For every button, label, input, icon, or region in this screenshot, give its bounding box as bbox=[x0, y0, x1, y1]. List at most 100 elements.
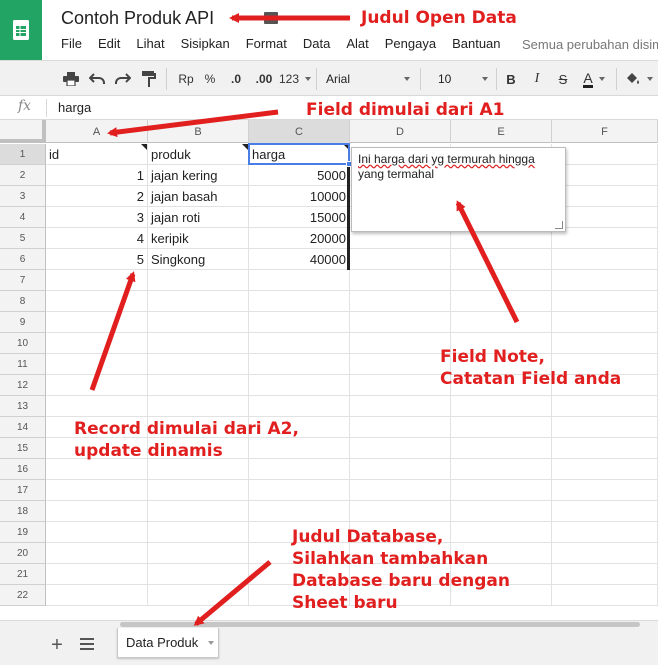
row-header[interactable]: 8 bbox=[0, 291, 46, 312]
empty-cell[interactable] bbox=[552, 438, 658, 459]
select-all-corner[interactable] bbox=[0, 120, 46, 143]
text-color-button[interactable]: A bbox=[577, 69, 611, 89]
empty-cell[interactable] bbox=[148, 543, 249, 564]
column-header-c[interactable]: C bbox=[249, 120, 350, 143]
currency-format-button[interactable]: Rp bbox=[176, 69, 196, 89]
empty-cell[interactable] bbox=[249, 438, 350, 459]
menu-view[interactable]: Lihat bbox=[136, 36, 164, 51]
column-header-b[interactable]: B bbox=[148, 120, 249, 143]
document-title[interactable]: Contoh Produk API bbox=[61, 8, 214, 29]
row-header[interactable]: 19 bbox=[0, 522, 46, 543]
empty-cell[interactable] bbox=[249, 333, 350, 354]
empty-cell[interactable] bbox=[451, 501, 552, 522]
header-cell[interactable]: harga bbox=[249, 144, 350, 165]
empty-cell[interactable] bbox=[451, 459, 552, 480]
empty-cell[interactable] bbox=[46, 480, 148, 501]
row-header[interactable]: 16 bbox=[0, 459, 46, 480]
record-cell[interactable]: 4 bbox=[46, 228, 148, 249]
empty-cell[interactable] bbox=[552, 333, 658, 354]
number-format-dropdown[interactable]: 123 bbox=[278, 69, 312, 89]
row-header[interactable]: 13 bbox=[0, 396, 46, 417]
empty-cell[interactable] bbox=[46, 312, 148, 333]
record-cell[interactable]: 2 bbox=[46, 186, 148, 207]
increase-decimal-button[interactable]: .00 bbox=[252, 69, 276, 89]
record-cell[interactable]: 40000 bbox=[249, 249, 350, 270]
record-cell[interactable]: jajan basah bbox=[148, 186, 249, 207]
empty-cell[interactable] bbox=[552, 480, 658, 501]
record-cell[interactable]: 3 bbox=[46, 207, 148, 228]
empty-cell[interactable] bbox=[46, 333, 148, 354]
column-header-f[interactable]: F bbox=[552, 120, 658, 143]
row-header[interactable]: 7 bbox=[0, 270, 46, 291]
folder-icon[interactable] bbox=[264, 12, 278, 24]
row-header[interactable]: 12 bbox=[0, 375, 46, 396]
empty-cell[interactable] bbox=[451, 438, 552, 459]
decrease-decimal-button[interactable]: .0 bbox=[226, 69, 246, 89]
save-status[interactable]: Semua perubahan disim bbox=[522, 37, 658, 52]
empty-cell[interactable] bbox=[552, 207, 658, 228]
empty-cell[interactable] bbox=[46, 564, 148, 585]
empty-cell[interactable] bbox=[249, 270, 350, 291]
empty-cell[interactable] bbox=[451, 270, 552, 291]
empty-cell[interactable] bbox=[46, 270, 148, 291]
empty-cell[interactable] bbox=[552, 228, 658, 249]
fill-color-icon[interactable] bbox=[624, 69, 654, 89]
row-header[interactable]: 5 bbox=[0, 228, 46, 249]
empty-cell[interactable] bbox=[350, 417, 451, 438]
empty-cell[interactable] bbox=[451, 291, 552, 312]
header-cell[interactable]: produk bbox=[148, 144, 249, 165]
row-header[interactable]: 10 bbox=[0, 333, 46, 354]
row-header[interactable]: 4 bbox=[0, 207, 46, 228]
empty-cell[interactable] bbox=[350, 438, 451, 459]
add-sheet-button[interactable]: + bbox=[48, 634, 66, 656]
empty-cell[interactable] bbox=[249, 354, 350, 375]
record-cell[interactable]: 5000 bbox=[249, 165, 350, 186]
record-cell[interactable]: 1 bbox=[46, 165, 148, 186]
redo-icon[interactable] bbox=[114, 69, 132, 89]
empty-cell[interactable] bbox=[350, 375, 451, 396]
row-header[interactable]: 22 bbox=[0, 585, 46, 606]
undo-icon[interactable] bbox=[88, 69, 106, 89]
formula-input[interactable]: harga bbox=[58, 100, 91, 115]
printer-icon[interactable] bbox=[62, 69, 80, 89]
empty-cell[interactable] bbox=[249, 375, 350, 396]
record-cell[interactable]: jajan roti bbox=[148, 207, 249, 228]
chevron-down-icon[interactable] bbox=[208, 640, 215, 645]
menu-tools[interactable]: Alat bbox=[346, 36, 368, 51]
empty-cell[interactable] bbox=[148, 375, 249, 396]
empty-cell[interactable] bbox=[552, 564, 658, 585]
column-header-a[interactable]: A bbox=[46, 120, 148, 143]
sheet-tab-data-produk[interactable]: Data Produk bbox=[117, 628, 219, 658]
row-header[interactable]: 2 bbox=[0, 165, 46, 186]
empty-cell[interactable] bbox=[552, 165, 658, 186]
empty-cell[interactable] bbox=[350, 354, 451, 375]
row-header[interactable]: 18 bbox=[0, 501, 46, 522]
horizontal-scrollbar[interactable] bbox=[0, 620, 658, 628]
empty-cell[interactable] bbox=[148, 564, 249, 585]
empty-cell[interactable] bbox=[552, 249, 658, 270]
empty-cell[interactable] bbox=[552, 144, 658, 165]
row-header[interactable]: 9 bbox=[0, 312, 46, 333]
menu-edit[interactable]: Edit bbox=[98, 36, 120, 51]
record-cell[interactable]: keripik bbox=[148, 228, 249, 249]
empty-cell[interactable] bbox=[46, 543, 148, 564]
empty-cell[interactable] bbox=[148, 291, 249, 312]
empty-cell[interactable] bbox=[148, 333, 249, 354]
empty-cell[interactable] bbox=[148, 354, 249, 375]
sheet-list-icon[interactable] bbox=[80, 638, 94, 652]
empty-cell[interactable] bbox=[552, 312, 658, 333]
empty-cell[interactable] bbox=[552, 291, 658, 312]
empty-cell[interactable] bbox=[350, 501, 451, 522]
empty-cell[interactable] bbox=[350, 270, 451, 291]
record-cell[interactable]: 15000 bbox=[249, 207, 350, 228]
cell-note[interactable]: Ini harga dari yg termurah hingga yang t… bbox=[351, 147, 566, 232]
sheets-logo-icon[interactable] bbox=[0, 0, 42, 60]
paint-format-icon[interactable] bbox=[140, 69, 158, 89]
empty-cell[interactable] bbox=[552, 459, 658, 480]
row-header[interactable]: 3 bbox=[0, 186, 46, 207]
empty-cell[interactable] bbox=[46, 375, 148, 396]
row-header[interactable]: 20 bbox=[0, 543, 46, 564]
empty-cell[interactable] bbox=[148, 270, 249, 291]
empty-cell[interactable] bbox=[46, 291, 148, 312]
row-header[interactable]: 21 bbox=[0, 564, 46, 585]
